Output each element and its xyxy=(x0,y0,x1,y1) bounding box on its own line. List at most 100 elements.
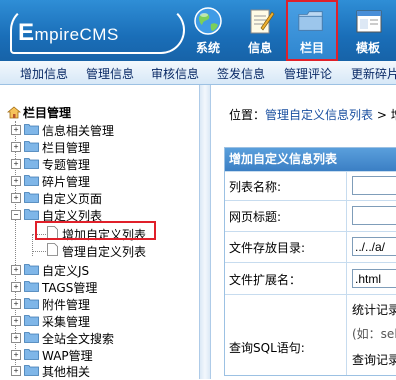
file-dir-input[interactable] xyxy=(352,237,396,256)
file-ext-input[interactable] xyxy=(352,269,396,288)
form-title: 增加自定义信息列表 xyxy=(225,148,396,171)
expand-icon[interactable]: + xyxy=(11,142,21,152)
tree-item-label: TAGS管理 xyxy=(42,281,98,295)
tree-item-label: 专题管理 xyxy=(42,158,91,172)
tree-item-label: 采集管理 xyxy=(42,315,91,329)
menu-add-info[interactable]: 增加信息 xyxy=(20,65,68,82)
tree-item-label: 附件管理 xyxy=(42,298,91,312)
tree-item-label: 自定义页面 xyxy=(42,192,103,206)
sql-example-hint: (如：sel xyxy=(352,327,396,341)
tree-root[interactable]: 栏目管理 xyxy=(7,104,71,121)
add-list-form: 增加自定义信息列表 列表名称: 网页标题: 文件存放目录: 文件扩展名： xyxy=(224,147,396,376)
menu-bar: 增加信息 管理信息 审核信息 签发信息 管理评论 更新碎片 xyxy=(0,61,396,85)
collapse-icon[interactable]: − xyxy=(11,210,21,220)
expand-icon[interactable]: + xyxy=(11,176,21,186)
tree-leaf-label: 管理自定义列表 xyxy=(62,245,147,259)
breadcrumb-link[interactable]: 管理自定义信息列表 xyxy=(265,108,373,122)
field-cell xyxy=(346,172,396,200)
form-row: 列表名称: xyxy=(225,171,396,200)
notepad-icon xyxy=(250,9,275,34)
folder-icon xyxy=(24,281,39,292)
menu-update-fragments[interactable]: 更新碎片 xyxy=(351,65,396,82)
breadcrumb-prefix: 位置： xyxy=(229,108,266,122)
home-icon xyxy=(7,106,21,119)
folder-icon xyxy=(24,158,39,169)
menu-manage-info[interactable]: 管理信息 xyxy=(86,65,134,82)
tree-item-label: 其他相关 xyxy=(42,365,91,379)
field-label: 网页标题: xyxy=(229,210,282,224)
page-icon xyxy=(47,243,58,256)
folder-icon xyxy=(24,192,39,203)
nav-label: 信息 xyxy=(247,41,272,55)
window-icon xyxy=(356,10,382,33)
folder-icon xyxy=(24,332,39,343)
breadcrumb-next: 增 xyxy=(391,108,396,122)
logo-text: EmpireCMS xyxy=(18,19,119,46)
tree-item-label: 碎片管理 xyxy=(42,175,91,189)
top-header: EmpireCMS 系统 信息 栏目 模板 xyxy=(0,0,396,61)
panel-splitter[interactable] xyxy=(199,85,211,379)
expand-icon[interactable]: + xyxy=(11,282,21,292)
page-title-input[interactable] xyxy=(352,206,396,225)
folder-icon xyxy=(298,11,323,31)
field-cell: 统计记录 (如：sel 查询记录 xyxy=(346,295,396,375)
folder-open-icon xyxy=(24,209,39,220)
field-label: 列表名称: xyxy=(229,180,282,194)
nav-label: 模板 xyxy=(355,41,380,55)
tree-root-label: 栏目管理 xyxy=(23,106,72,120)
expand-icon[interactable]: + xyxy=(11,333,21,343)
menu-manage-comments[interactable]: 管理评论 xyxy=(284,65,332,82)
nav-label: 栏目 xyxy=(299,41,324,55)
form-row: 网页标题: xyxy=(225,200,396,231)
expand-icon[interactable]: + xyxy=(11,350,21,360)
expand-icon[interactable]: + xyxy=(11,366,21,376)
expand-icon[interactable]: + xyxy=(11,125,21,135)
folder-icon xyxy=(24,124,39,135)
field-cell xyxy=(346,201,396,231)
folder-icon xyxy=(24,315,39,326)
tree-item-label: 自定义JS xyxy=(42,264,90,278)
expand-icon[interactable]: + xyxy=(11,159,21,169)
form-row: 文件扩展名： xyxy=(225,262,396,294)
list-name-input[interactable] xyxy=(352,176,396,195)
tree-item-label: 栏目管理 xyxy=(42,141,91,155)
form-row: 查询SQL语句: 统计记录 (如：sel 查询记录 xyxy=(225,294,396,375)
tree-line xyxy=(33,251,46,252)
empirecms-logo[interactable]: EmpireCMS xyxy=(10,6,185,54)
folder-icon xyxy=(24,365,39,376)
nav-column-button[interactable]: 栏目 xyxy=(286,0,338,61)
breadcrumb-separator: > xyxy=(373,108,391,122)
field-label: 文件扩展名： xyxy=(229,273,302,287)
nav-template-button[interactable]: 模板 xyxy=(344,0,392,61)
field-cell xyxy=(346,263,396,294)
tree-item-label: 信息相关管理 xyxy=(42,124,115,138)
field-cell xyxy=(346,232,396,262)
field-label: 文件存放目录: xyxy=(229,241,306,255)
expand-icon[interactable]: + xyxy=(11,299,21,309)
form-row: 文件存放目录: xyxy=(225,231,396,262)
expand-icon[interactable]: + xyxy=(11,265,21,275)
folder-icon xyxy=(24,298,39,309)
folder-icon xyxy=(24,141,39,152)
breadcrumb: 位置：管理自定义信息列表 > 增 xyxy=(229,106,396,123)
highlight-box xyxy=(35,221,156,240)
expand-icon[interactable]: + xyxy=(11,193,21,203)
left-tree-panel: 栏目管理 + 信息相关管理 + 栏目管理 + 专题管理 + 碎片管理 + 自定义… xyxy=(0,85,199,379)
main-content: 位置：管理自定义信息列表 > 增 增加自定义信息列表 列表名称: 网页标题: 文… xyxy=(211,85,396,379)
nav-system-button[interactable]: 系统 xyxy=(184,0,232,61)
sql-count-label: 统计记录 xyxy=(352,303,396,317)
sql-query-label: 查询记录 xyxy=(352,353,396,367)
menu-audit-info[interactable]: 审核信息 xyxy=(151,65,199,82)
nav-info-button[interactable]: 信息 xyxy=(236,0,284,61)
tree-item-label: 全站全文搜索 xyxy=(42,332,115,346)
menu-sign-info[interactable]: 签发信息 xyxy=(217,65,265,82)
tree-line xyxy=(32,234,33,256)
field-label: 查询SQL语句: xyxy=(229,341,305,355)
folder-icon xyxy=(24,264,39,275)
expand-icon[interactable]: + xyxy=(11,316,21,326)
globe-icon xyxy=(194,7,222,35)
nav-label: 系统 xyxy=(195,41,220,55)
folder-icon xyxy=(24,349,39,360)
folder-icon xyxy=(24,175,39,186)
tree-item-label: WAP管理 xyxy=(42,349,93,363)
